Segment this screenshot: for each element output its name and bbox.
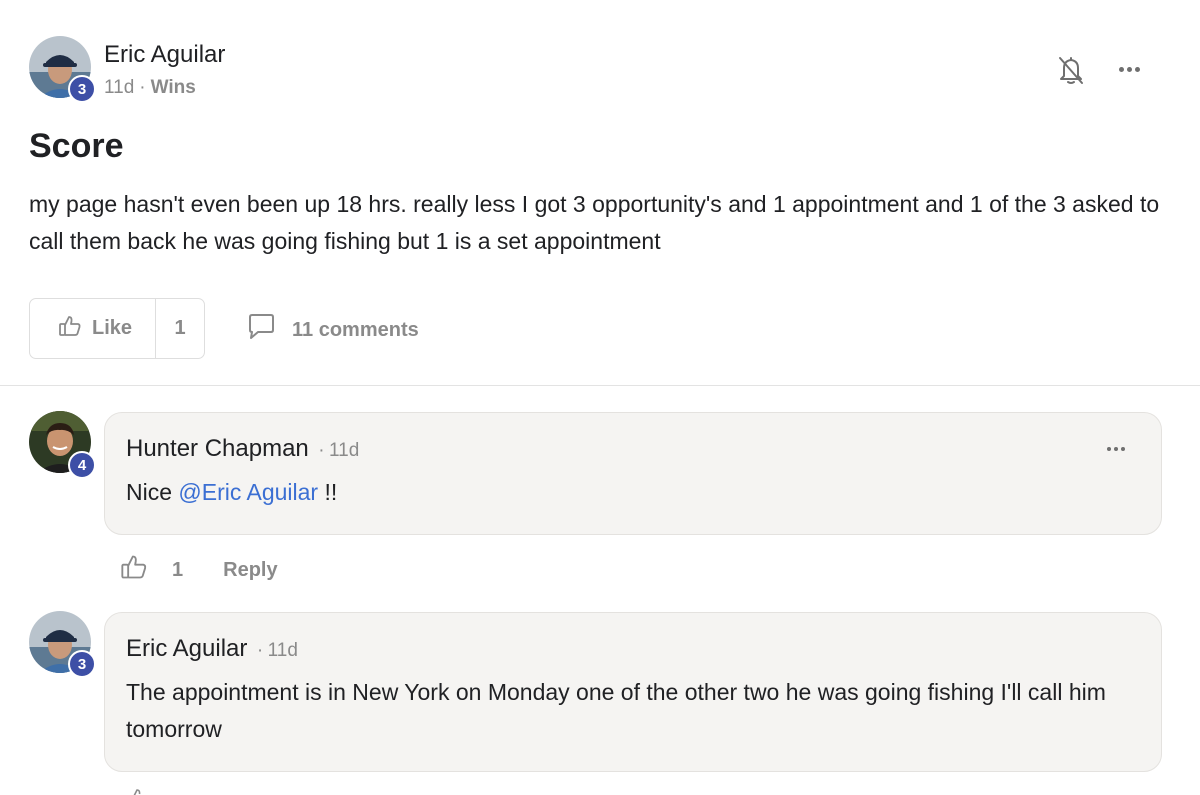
comment-actions: 1 Reply xyxy=(120,553,278,587)
comment-author-name[interactable]: Hunter Chapman xyxy=(126,435,309,462)
comment-separator: · xyxy=(318,440,325,461)
comment-author-level-badge: 3 xyxy=(68,650,96,678)
comment-mention-link[interactable]: @Eric Aguilar xyxy=(178,479,318,505)
bell-off-icon[interactable] xyxy=(1056,54,1086,86)
comment-time: 11d xyxy=(267,640,298,661)
comment-more-options-icon[interactable] xyxy=(1107,447,1125,451)
comment-author-name[interactable]: Eric Aguilar xyxy=(126,635,247,662)
comments-count-label: 11 comments xyxy=(292,318,419,341)
post-time: 11d xyxy=(104,77,135,98)
comment-header: Eric Aguilar · 11d xyxy=(126,635,298,663)
thumbs-up-icon[interactable] xyxy=(126,787,146,795)
post-meta: 11d · Wins xyxy=(104,77,196,99)
post-author-level-badge: 3 xyxy=(68,75,96,103)
comment-text: The appointment is in New York on Monday… xyxy=(126,679,1106,742)
like-label: Like xyxy=(92,317,133,339)
thumbs-up-icon[interactable] xyxy=(120,553,148,587)
comment-like-count[interactable]: 1 xyxy=(172,559,183,582)
post-body: my page hasn't even been up 18 hrs. real… xyxy=(29,191,1160,254)
comment-time: 11d xyxy=(329,440,360,461)
post-more-options-icon[interactable] xyxy=(1119,67,1140,72)
comment-bubble: Hunter Chapman · 11d Nice @Eric Aguilar … xyxy=(104,412,1162,535)
comment-text: Nice @Eric Aguilar !! xyxy=(126,474,337,511)
post-category[interactable]: Wins xyxy=(151,77,196,98)
like-button[interactable]: Like xyxy=(30,299,156,358)
comment-text-suffix: !! xyxy=(318,479,338,505)
comment-bubble: Eric Aguilar · 11d The appointment is in… xyxy=(104,612,1162,772)
comments-count-link[interactable]: 11 comments xyxy=(246,313,419,347)
section-divider xyxy=(0,385,1200,386)
thumbs-up-icon xyxy=(58,314,82,344)
comment-header: Hunter Chapman · 11d xyxy=(126,435,359,463)
comment-bubble-icon xyxy=(246,313,276,347)
comment-text-prefix: Nice xyxy=(126,479,179,505)
like-control: Like 1 xyxy=(29,298,205,359)
comment-separator: · xyxy=(256,640,264,661)
comment-author-level-badge: 4 xyxy=(68,451,96,479)
reply-button[interactable]: Reply xyxy=(223,559,277,582)
post-title: Score xyxy=(29,127,124,165)
like-count[interactable]: 1 xyxy=(156,299,204,358)
meta-separator: · xyxy=(139,77,146,98)
post-author-name[interactable]: Eric Aguilar xyxy=(104,41,225,69)
